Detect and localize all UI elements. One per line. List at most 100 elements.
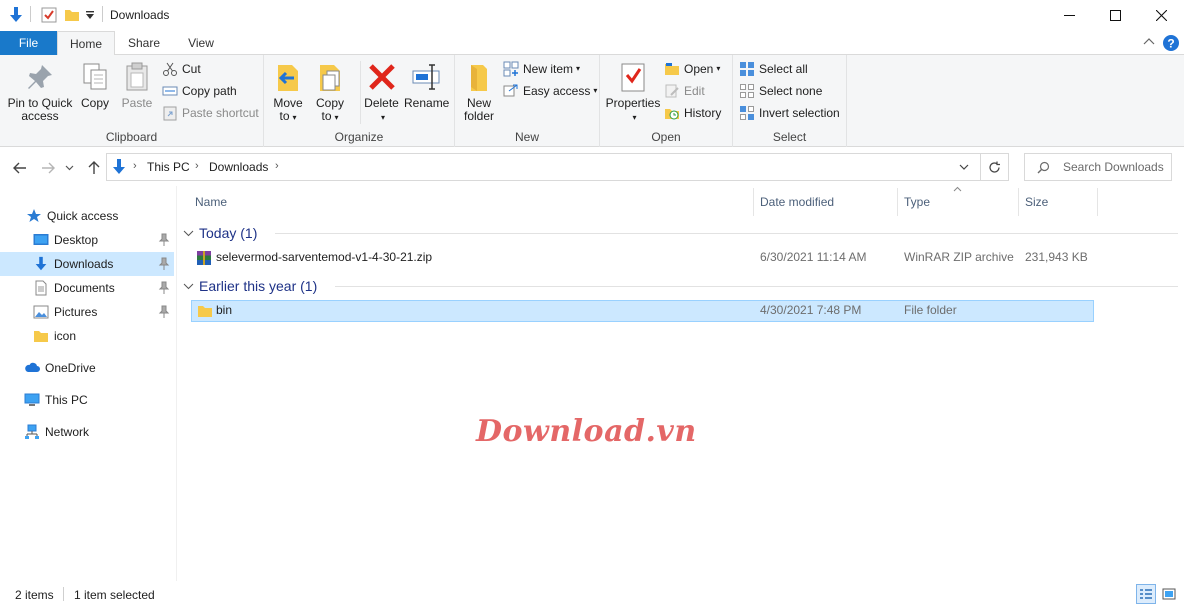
history-button[interactable]: History [664, 103, 721, 123]
column-header-name[interactable]: Name [189, 188, 754, 216]
nav-item-desktop[interactable]: Desktop [0, 228, 174, 252]
copy-path-button[interactable]: Copy path [162, 81, 237, 101]
collapse-ribbon-icon[interactable] [1143, 37, 1155, 47]
download-arrow-icon [8, 6, 24, 24]
customize-toolbar-dropdown-icon[interactable] [85, 9, 95, 21]
cut-button[interactable]: Cut [162, 59, 201, 79]
new-item-label: New item [523, 62, 574, 76]
file-date: 6/30/2021 11:14 AM [760, 250, 867, 264]
close-button[interactable] [1138, 0, 1184, 31]
recent-locations-button[interactable] [62, 158, 76, 178]
sort-ascending-icon [953, 186, 962, 192]
details-view-button[interactable] [1136, 584, 1156, 604]
pin-to-quick-access-button[interactable]: Pin to Quick access [4, 61, 76, 123]
column-header-date-modified[interactable]: Date modified [754, 188, 898, 216]
breadcrumb-separator-icon: › [133, 160, 137, 172]
status-bar: 2 items 1 item selected [0, 581, 1184, 607]
properties-checkbox-icon[interactable] [41, 7, 57, 23]
search-input[interactable]: Search Downloads [1024, 153, 1172, 181]
download-arrow-icon [35, 256, 47, 271]
new-folder-button[interactable]: New folder [461, 61, 497, 123]
divider [102, 6, 103, 22]
group-header-label: Earlier this year (1) [199, 278, 318, 294]
select-all-button[interactable]: Select all [739, 59, 808, 79]
column-header-type[interactable]: Type [898, 188, 1019, 216]
delete-label: Delete [364, 96, 399, 110]
breadcrumb-this-pc[interactable]: This PC [147, 160, 190, 174]
file-type: File folder [904, 303, 957, 317]
help-icon[interactable]: ? [1163, 35, 1179, 51]
group-header-label: Today (1) [199, 225, 258, 241]
delete-dropdown[interactable]: ▾ [363, 110, 400, 124]
select-all-label: Select all [759, 62, 808, 76]
minimize-button[interactable] [1046, 0, 1092, 31]
address-row: › This PC › Downloads › Search Downloads [0, 148, 1184, 186]
search-icon [1037, 161, 1050, 173]
new-folder-quick-icon[interactable] [64, 7, 80, 23]
divider [275, 233, 1178, 234]
nav-item-pictures[interactable]: Pictures [0, 300, 174, 324]
rename-icon [412, 64, 440, 90]
easy-access-button[interactable]: Easy access ▾ [503, 81, 597, 101]
tab-home[interactable]: Home [57, 31, 115, 56]
copy-button[interactable]: Copy [76, 61, 114, 110]
tab-share[interactable]: Share [121, 31, 167, 55]
divider [63, 587, 64, 601]
nav-item-network[interactable]: Network [0, 420, 174, 444]
copy-to-label-2: to ▾ [321, 109, 339, 123]
tab-view[interactable]: View [176, 31, 226, 55]
rename-button[interactable]: Rename [404, 61, 449, 110]
chevron-down-icon [959, 164, 969, 170]
group-header-earlier-this-year[interactable]: Earlier this year (1) [183, 275, 1178, 297]
group-header-today[interactable]: Today (1) [183, 222, 1178, 244]
maximize-button[interactable] [1092, 0, 1138, 31]
select-none-icon [740, 84, 754, 98]
paste-icon [126, 62, 148, 91]
large-icons-view-button[interactable] [1160, 585, 1178, 603]
nav-item-documents[interactable]: Documents [0, 276, 174, 300]
properties-icon [621, 63, 645, 92]
details-view-icon [1140, 589, 1152, 599]
move-to-button[interactable]: Move to ▾ [270, 61, 306, 124]
nav-item-this-pc[interactable]: This PC [0, 388, 174, 412]
paste-shortcut-button[interactable]: Paste shortcut [162, 103, 259, 123]
nav-item-downloads[interactable]: Downloads [0, 252, 174, 276]
delete-button[interactable]: Delete ▾ [360, 61, 400, 124]
paste-label: Paste [121, 96, 153, 110]
forward-button[interactable] [38, 158, 58, 178]
table-row[interactable]: bin 4/30/2021 7:48 PM File folder [191, 300, 1094, 322]
star-icon [27, 209, 41, 222]
open-button[interactable]: Open ▾ [664, 59, 720, 79]
new-item-icon [503, 61, 519, 77]
up-button[interactable] [84, 158, 104, 178]
refresh-button[interactable] [981, 153, 1009, 181]
chevron-down-icon [183, 230, 194, 236]
invert-selection-icon [740, 106, 754, 120]
nav-item-onedrive[interactable]: OneDrive [0, 356, 174, 380]
select-none-label: Select none [759, 84, 823, 98]
breadcrumb-downloads[interactable]: Downloads [209, 160, 268, 174]
ribbon: Pin to Quick access Copy Paste Cut Copy … [0, 55, 1184, 147]
address-bar[interactable]: › This PC › Downloads › [106, 153, 981, 181]
edit-button[interactable]: Edit [664, 81, 705, 101]
nav-item-quick-access[interactable]: Quick access [0, 204, 174, 228]
nav-item-icon-folder[interactable]: icon [0, 324, 174, 348]
invert-selection-button[interactable]: Invert selection [739, 103, 840, 123]
copy-to-button[interactable]: Copy to ▾ [312, 61, 348, 124]
tab-file[interactable]: File [0, 31, 57, 55]
paste-shortcut-icon [163, 106, 177, 121]
new-item-button[interactable]: New item ▾ [503, 59, 580, 79]
scissors-icon [163, 62, 177, 76]
properties-dropdown[interactable]: ▾ [604, 110, 662, 124]
address-history-dropdown[interactable] [959, 164, 969, 170]
back-button[interactable] [10, 158, 30, 178]
properties-button[interactable]: Properties ▾ [604, 61, 662, 124]
cloud-icon [25, 362, 40, 372]
table-row[interactable]: selevermod-sarventemod-v1-4-30-21.zip 6/… [191, 247, 1094, 269]
select-none-button[interactable]: Select none [739, 81, 822, 101]
column-header-size[interactable]: Size [1019, 188, 1098, 216]
delete-x-icon [368, 64, 395, 90]
pin-icon [158, 233, 170, 246]
forward-arrow-icon [42, 162, 55, 174]
paste-button[interactable]: Paste [118, 61, 156, 110]
